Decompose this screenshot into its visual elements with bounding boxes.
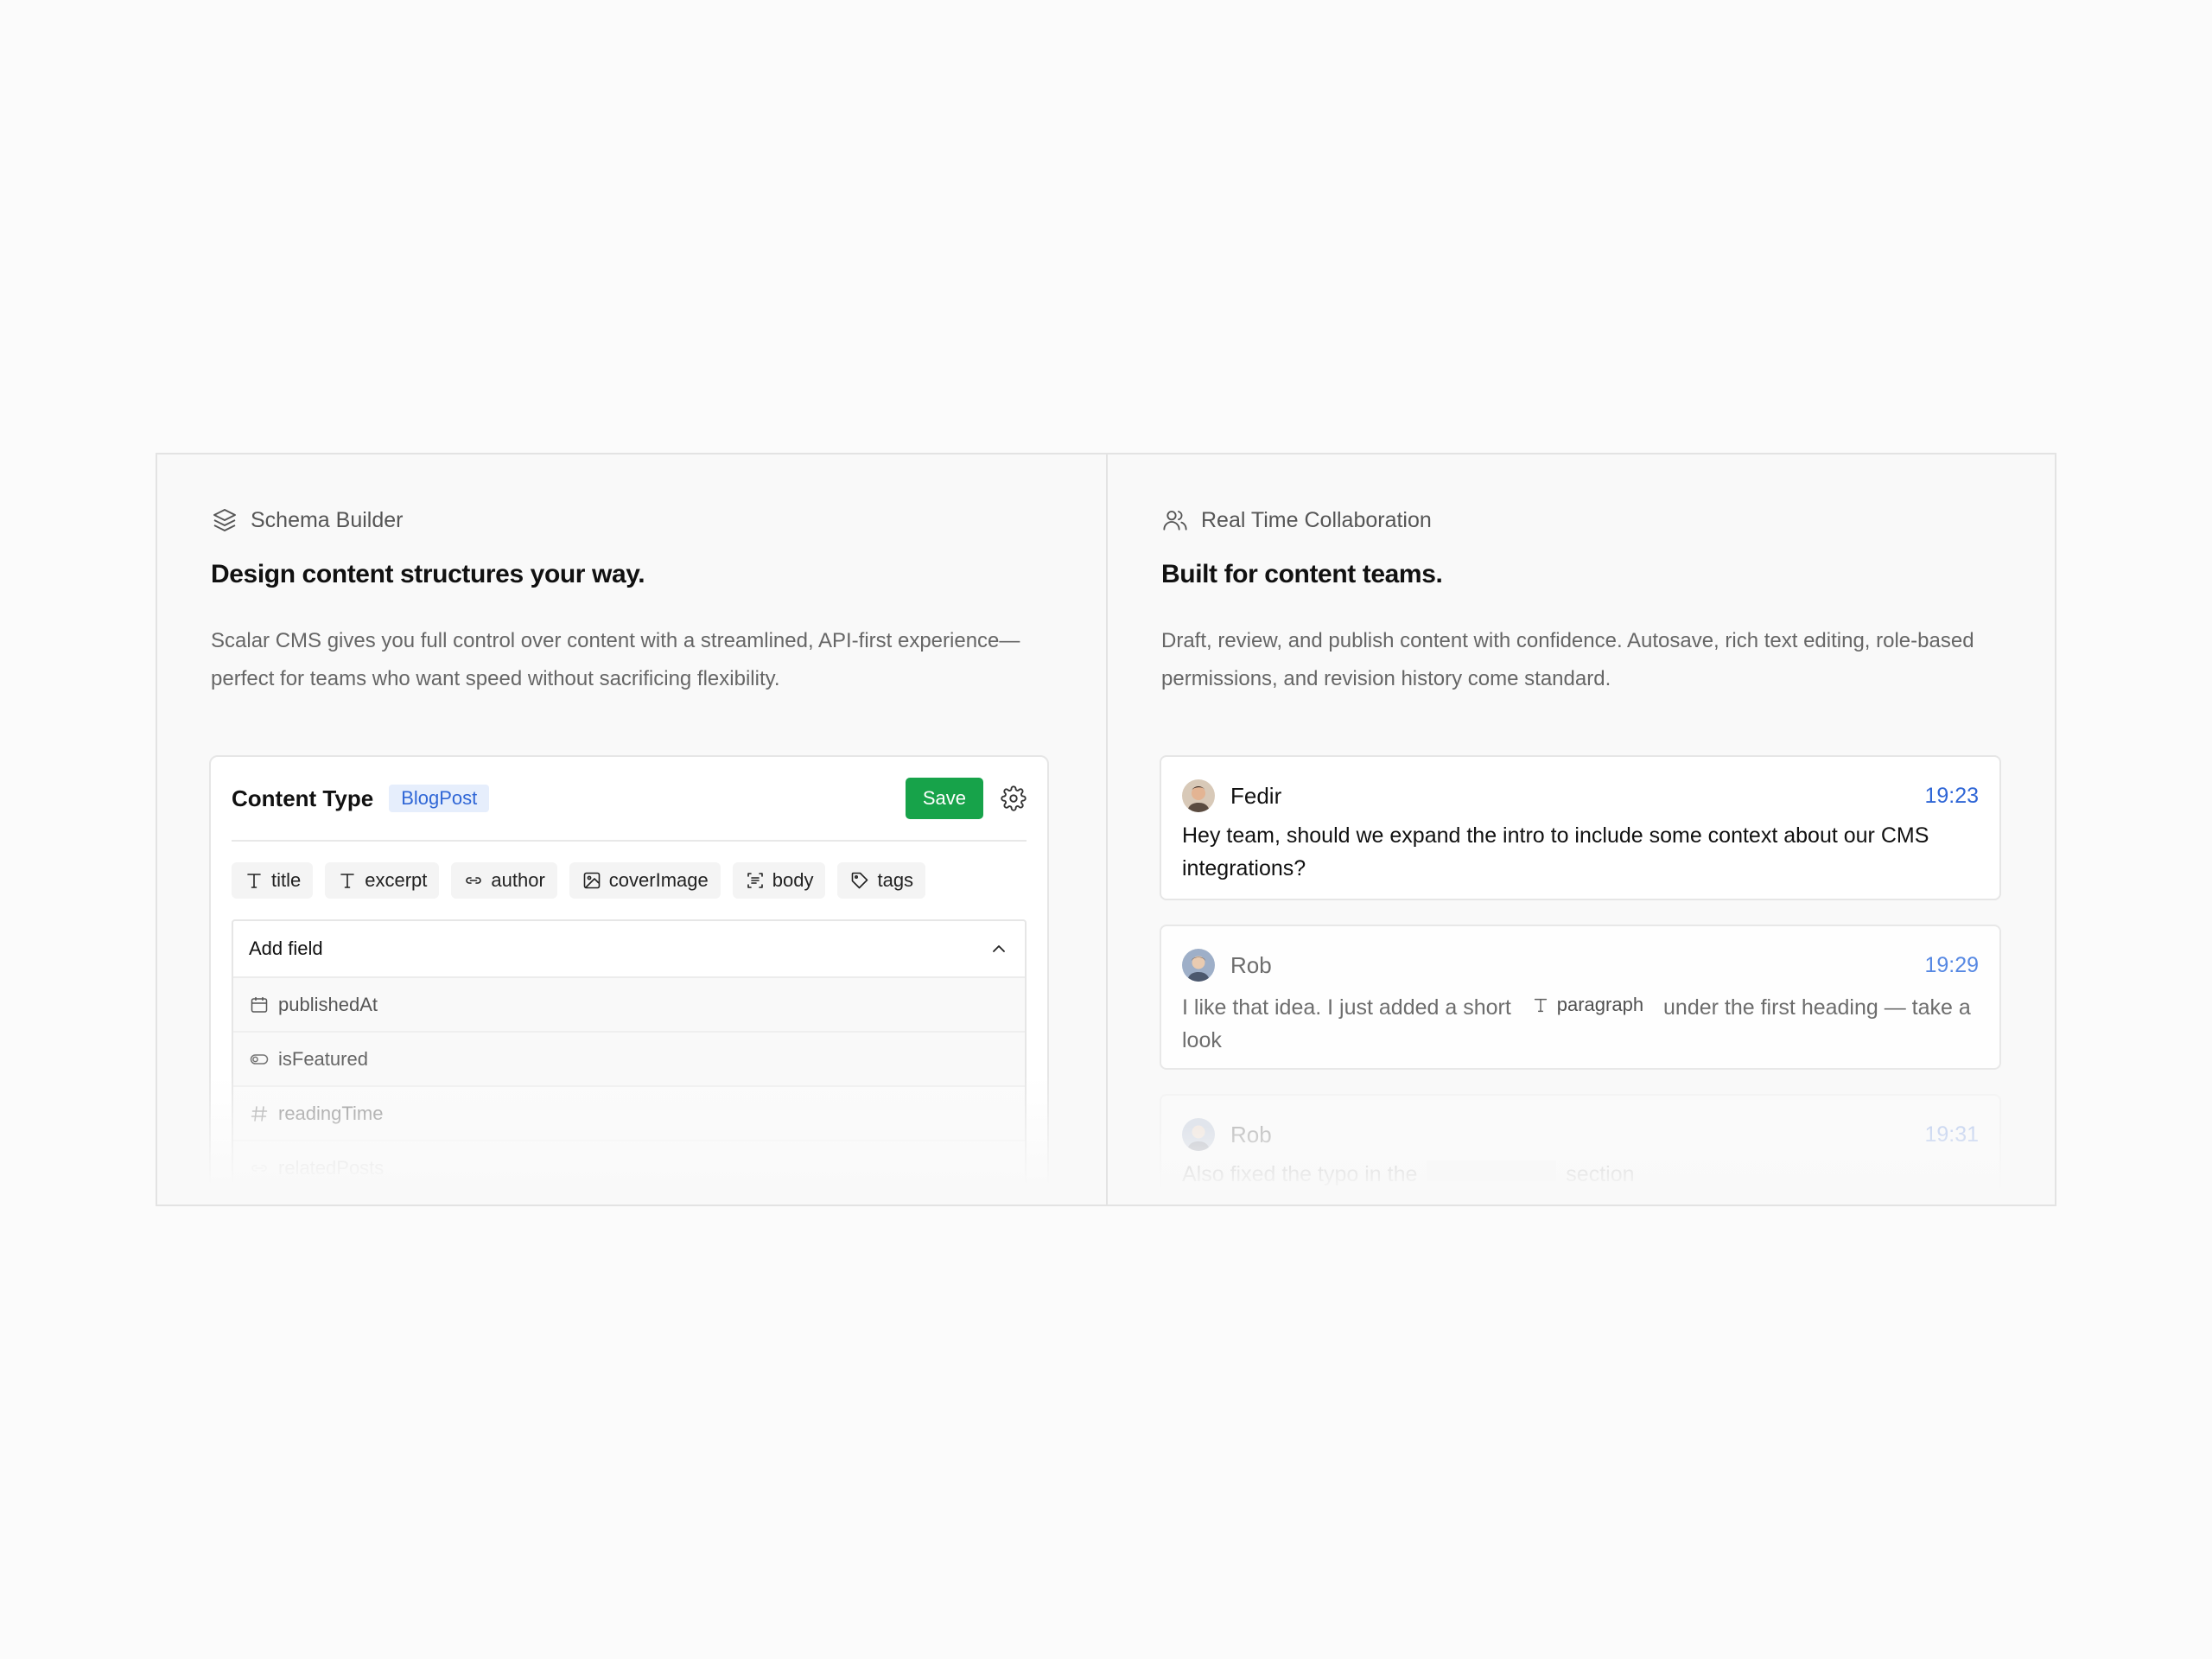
- layers-icon: [213, 509, 236, 531]
- inline-block-chip[interactable]: paragraph: [1520, 988, 1655, 1021]
- message-time: 19:31: [1924, 1122, 1979, 1147]
- field-chip-tags[interactable]: tags: [837, 862, 926, 899]
- image-icon: [583, 872, 601, 889]
- content-type-badge[interactable]: BlogPost: [389, 785, 490, 812]
- add-field-option-isfeatured[interactable]: isFeatured: [233, 1033, 1025, 1087]
- rich-text-icon: [747, 873, 763, 888]
- field-chip-coverimage[interactable]: coverImage: [569, 862, 721, 899]
- add-field-option-label: readingTime: [278, 1102, 384, 1124]
- message-time: 19:23: [1924, 783, 1979, 808]
- tag-icon: [852, 872, 868, 889]
- avatar: [1182, 779, 1215, 812]
- collab-eyebrow-label: Real Time Collaboration: [1201, 507, 1432, 532]
- field-chip-title[interactable]: title: [232, 862, 314, 899]
- collab-eyebrow: Real Time Collaboration: [1161, 506, 2001, 534]
- field-chip-label: tags: [877, 869, 914, 891]
- message-author: Rob: [1230, 1121, 1272, 1147]
- message-text-part: section: [1566, 1162, 1635, 1186]
- field-chip-label: body: [772, 869, 814, 891]
- toggle-icon: [250, 1053, 269, 1065]
- field-chip-body[interactable]: body: [732, 862, 826, 899]
- field-chip-label: coverImage: [608, 869, 709, 891]
- chat-message: Rob 19:29 I like that idea. I just added…: [1160, 925, 2001, 1070]
- add-field-option-publishedat[interactable]: publishedAt: [233, 978, 1025, 1033]
- add-field-option-label: isFeatured: [278, 1047, 368, 1070]
- field-chip-excerpt[interactable]: excerpt: [325, 862, 440, 899]
- field-chips: title excerpt author coverImage body tag…: [232, 842, 1027, 919]
- schema-heading: Design content structures your way.: [211, 560, 645, 588]
- content-type-card: Content Type BlogPost Save title excerpt: [209, 755, 1049, 1205]
- save-button[interactable]: Save: [905, 778, 983, 819]
- add-field-option-readingtime[interactable]: readingTime: [233, 1087, 1025, 1141]
- chevron-up-icon: [993, 945, 1005, 952]
- collaboration-section: Real Time Collaboration Built for conten…: [1106, 454, 2055, 1205]
- schema-builder-section: Schema Builder Design content structures…: [157, 454, 1106, 1205]
- message-text-part: Also fixed the typo in the: [1182, 1162, 1418, 1186]
- message-time: 19:29: [1924, 952, 1979, 977]
- hash-icon: [251, 1105, 268, 1122]
- chat-message: Rob 19:31 Also fixed the typo in the sec…: [1160, 1094, 2001, 1205]
- add-field-option-label: relatedPosts: [278, 1156, 385, 1179]
- schema-eyebrow-label: Schema Builder: [251, 507, 404, 532]
- field-chip-label: excerpt: [365, 869, 428, 891]
- field-chip-label: author: [491, 869, 545, 891]
- message-text: I like that idea. I just added a short p…: [1182, 988, 1979, 1057]
- add-field-option-relatedposts[interactable]: relatedPosts: [233, 1141, 1025, 1196]
- text-icon: [1534, 998, 1547, 1013]
- schema-description: Scalar CMS gives you full control over c…: [211, 629, 1020, 690]
- users-icon: [1163, 511, 1187, 531]
- avatar: [1182, 1118, 1215, 1151]
- inline-block-chip: [1427, 1160, 1557, 1181]
- content-type-header: Content Type BlogPost Save: [232, 757, 1027, 842]
- message-author: Rob: [1230, 951, 1272, 978]
- add-field-dropdown: Add field publishedAt isFeatured reading…: [232, 919, 1027, 1198]
- calendar-icon: [251, 996, 268, 1013]
- field-chip-author[interactable]: author: [451, 862, 557, 899]
- add-field-option-label: publishedAt: [278, 993, 378, 1015]
- message-text: Hey team, should we expand the intro to …: [1182, 823, 1929, 880]
- message-author: Fedir: [1230, 782, 1282, 809]
- text-icon: [340, 874, 355, 888]
- message-text: Also fixed the typo in the section: [1182, 1158, 1979, 1191]
- avatar: [1182, 949, 1215, 982]
- message-text-part: I like that idea. I just added a short: [1182, 995, 1511, 1020]
- content-type-title: Content Type: [232, 785, 374, 811]
- collab-heading: Built for content teams.: [1161, 560, 1443, 588]
- inline-chip-label: paragraph: [1556, 994, 1644, 1015]
- field-chip-label: title: [271, 869, 302, 891]
- feature-frame: Schema Builder Design content structures…: [156, 453, 2056, 1206]
- add-field-toggle[interactable]: Add field: [233, 921, 1025, 978]
- schema-eyebrow: Schema Builder: [211, 506, 1052, 534]
- link-icon: [251, 1164, 267, 1172]
- add-field-label: Add field: [249, 938, 323, 959]
- text-icon: [247, 874, 261, 888]
- gear-icon[interactable]: [1001, 785, 1027, 811]
- collab-description: Draft, review, and publish content with …: [1161, 629, 1974, 690]
- chat-message: Fedir 19:23 Hey team, should we expand t…: [1160, 755, 2001, 900]
- link-icon: [466, 877, 482, 884]
